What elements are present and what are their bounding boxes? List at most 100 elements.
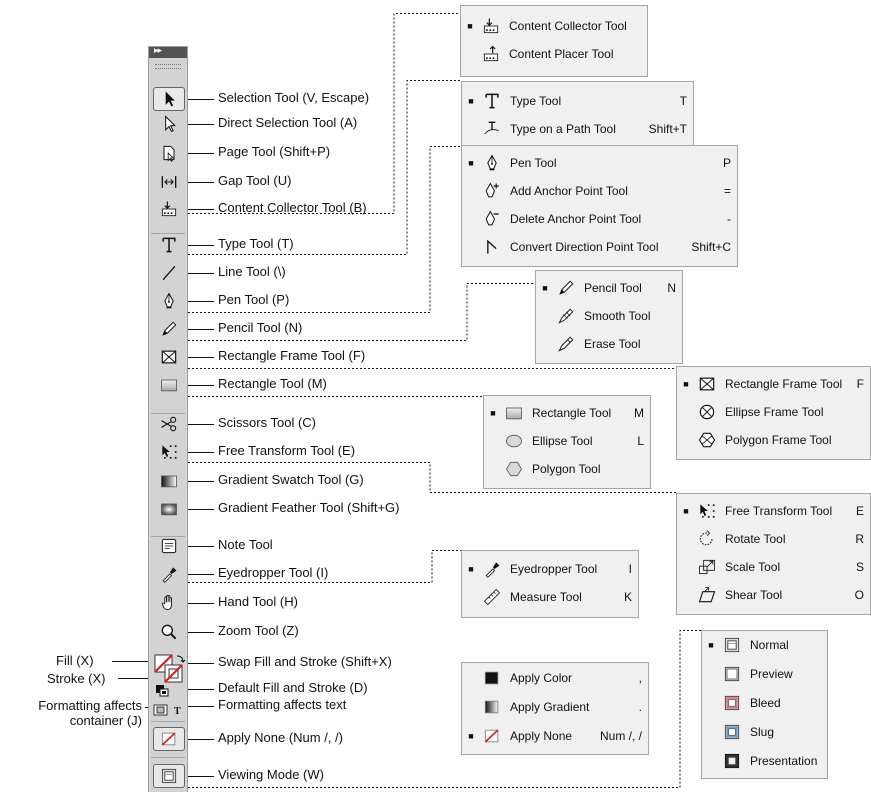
popup-item-scale[interactable]: Scale Tool S (677, 555, 871, 579)
tool-direct-selection[interactable] (153, 112, 185, 136)
popup-item-icon (695, 529, 719, 549)
tool-scissors[interactable] (153, 412, 185, 436)
popup-item-add-anchor[interactable]: Add Anchor Point Tool = (462, 179, 739, 203)
popup-item-shear[interactable]: Shear Tool O (677, 583, 871, 607)
formatting-toggle[interactable]: T (153, 703, 185, 717)
tool-zoom[interactable] (153, 620, 185, 644)
popup-item-apply-color[interactable]: Apply Color, (462, 666, 650, 690)
tool-eyedropper[interactable] (153, 562, 185, 586)
content-collector-icon (161, 201, 177, 217)
note-icon (161, 538, 177, 554)
tool-type[interactable] (153, 233, 185, 257)
tool-label: Type Tool (T) (218, 236, 294, 251)
tool-selection-arrow[interactable] (153, 87, 185, 111)
popup-item-ellipse[interactable]: Ellipse Tool L (484, 429, 652, 453)
tool-label: Pen Tool (P) (218, 292, 290, 307)
tool-label: Pencil Tool (N) (218, 320, 303, 335)
popup-item-name: Preview (750, 667, 793, 681)
popup-item-presentation-mode[interactable]: Presentation (702, 749, 829, 773)
fill-stroke-label: Swap Fill and Stroke (Shift+X) (218, 654, 392, 669)
popup-item-pencil[interactable]: ■ Pencil Tool N (536, 276, 684, 300)
tool-gradient-swatch[interactable] (153, 469, 185, 493)
tool-page-tool[interactable] (153, 141, 185, 165)
popup-item-rectangle-frame[interactable]: ■ Rectangle Frame Tool F (677, 372, 871, 396)
default-fill-stroke-icon[interactable] (155, 684, 169, 697)
popup-item-preview-mode[interactable]: Preview (702, 662, 829, 686)
panel-grip[interactable] (155, 64, 181, 69)
popup-item-icon (695, 501, 719, 521)
popup-item-measure[interactable]: Measure Tool K (462, 585, 640, 609)
popup-item-icon (480, 726, 504, 746)
popup-item-smooth[interactable]: Smooth Tool (536, 304, 684, 328)
popup-item-slug-mode[interactable]: Slug (702, 720, 829, 744)
popup-item-type[interactable]: ■ Type Tool T (462, 89, 695, 113)
popup-item-content-placer[interactable]: Content Placer Tool (461, 42, 649, 66)
tool-line[interactable] (153, 261, 185, 285)
popup-item-free-transform[interactable]: ■ Free Transform Tool E (677, 499, 871, 523)
popup-item-icon (502, 431, 526, 451)
popup-item-name: Free Transform Tool (725, 504, 833, 518)
tool-label: Scissors Tool (C) (218, 415, 317, 430)
tool-label: Zoom Tool (Z) (218, 623, 299, 638)
tool-content-collector[interactable] (153, 197, 185, 221)
fill-stroke-swatches[interactable] (152, 652, 186, 684)
popup-item-icon (720, 664, 744, 684)
popup-item-rectangle[interactable]: ■ Rectangle Tool M (484, 401, 652, 425)
popup-item-icon (502, 459, 526, 479)
fill-stroke-label: Formatting affects text (218, 697, 347, 712)
popup-item-name: Pencil Tool (584, 281, 642, 295)
tool-rectangle[interactable] (153, 373, 185, 397)
popup-item-apply-gradient[interactable]: Apply Gradient. (462, 695, 650, 719)
popup-item-name: Rectangle Frame Tool (725, 377, 843, 391)
tool-note[interactable] (153, 534, 185, 558)
line-icon (162, 265, 176, 281)
tool-free-transform[interactable] (153, 440, 185, 464)
popup-item-type-on-path[interactable]: Type on a Path Tool Shift+T (462, 117, 695, 141)
popup-item-polygon[interactable]: Polygon Tool (484, 457, 652, 481)
shear-icon (698, 587, 716, 603)
type-icon (162, 237, 176, 253)
content-collector-icon (483, 18, 499, 34)
apply-none-button[interactable] (153, 727, 185, 751)
tool-hand[interactable] (153, 591, 185, 615)
popup-item-name: Add Anchor Point Tool (510, 184, 628, 198)
tool-label: Hand Tool (H) (218, 594, 298, 609)
tool-rectangle-frame[interactable] (153, 345, 185, 369)
fill-stroke-label: Apply None (Num /, /) (218, 730, 343, 745)
popup-item-icon (480, 559, 504, 579)
popup-item-name: Bleed (750, 696, 781, 710)
tool-pen[interactable] (153, 289, 185, 313)
pencil-icon (559, 280, 574, 295)
popup-item-icon (695, 402, 719, 422)
tool-pencil[interactable] (153, 317, 185, 341)
collapse-arrows-icon[interactable]: ▸▸ (154, 45, 162, 56)
viewing-mode-button[interactable] (153, 764, 185, 788)
popup-item-content-collector[interactable]: ■ Content Collector Tool (461, 14, 649, 38)
popup-item-icon (480, 153, 504, 173)
popup-item-icon (480, 697, 504, 717)
popup-item-pen[interactable]: ■ Pen Tool P (462, 151, 739, 175)
popup-item-convert-direction[interactable]: Convert Direction Point Tool Shift+C (462, 235, 739, 259)
popup-item-shortcut: N (667, 281, 676, 295)
popup-item-shortcut: Num /, / (599, 729, 642, 743)
hand-icon (161, 595, 172, 611)
popup-item-name: Apply Gradient (510, 700, 590, 714)
delete-anchor-icon (485, 210, 499, 226)
preview-mode-icon (724, 666, 740, 682)
popup-item-rotate[interactable]: Rotate Tool R (677, 527, 871, 551)
ellipse-icon (506, 434, 522, 448)
popup-item-name: Content Placer Tool (509, 47, 614, 61)
popup-item-shortcut: , (638, 671, 642, 685)
tool-gap-tool[interactable] (153, 170, 185, 194)
panel-header[interactable]: ▸▸ (149, 45, 187, 58)
popup-item-eyedropper[interactable]: ■ Eyedropper Tool I (462, 557, 640, 581)
popup-item-ellipse-frame[interactable]: Ellipse Frame Tool (677, 400, 871, 424)
popup-item-icon (480, 181, 504, 201)
popup-item-bleed-mode[interactable]: Bleed (702, 691, 829, 715)
popup-item-erase[interactable]: Erase Tool (536, 332, 684, 356)
popup-item-polygon-frame[interactable]: Polygon Frame Tool (677, 428, 871, 452)
popup-item-apply-none[interactable]: ■ Apply None Num /, / (462, 724, 650, 748)
popup-item-delete-anchor[interactable]: Delete Anchor Point Tool - (462, 207, 739, 231)
tool-gradient-feather[interactable] (153, 497, 185, 521)
popup-item-normal-mode[interactable]: ■ Normal (702, 633, 829, 657)
